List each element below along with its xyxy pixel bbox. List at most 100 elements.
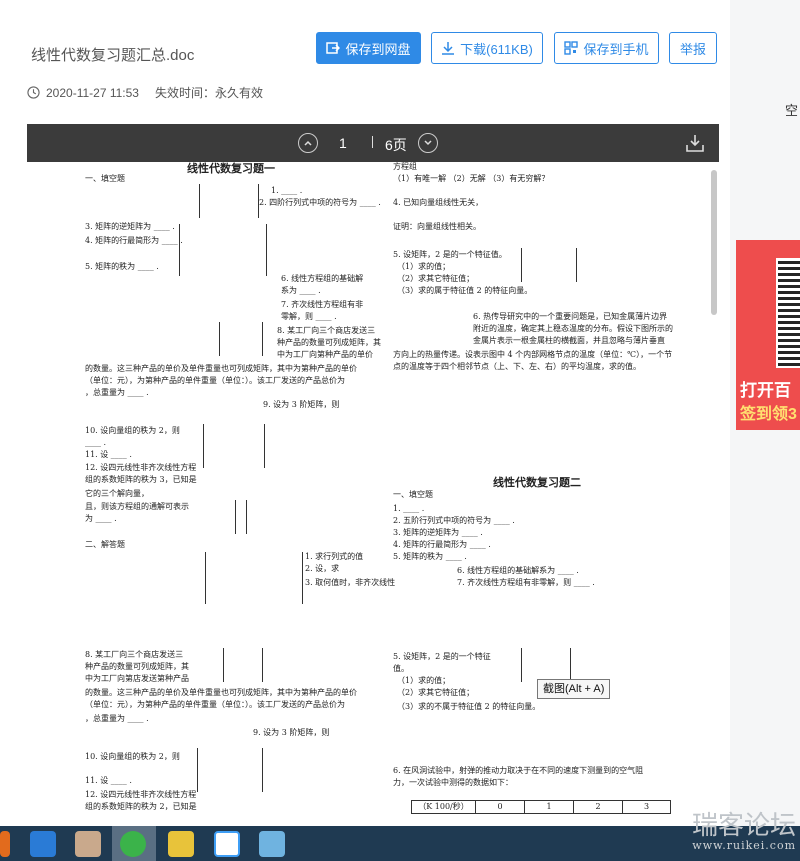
table-cell: 3 bbox=[643, 802, 650, 811]
doc-text: 3. 矩阵的逆矩阵为 ____ . bbox=[85, 222, 175, 231]
doc-text: 7. 齐次线性方程组有非 bbox=[281, 300, 364, 309]
doc-text: 零解，则 ____ . bbox=[281, 312, 337, 321]
doc-text: 12. 设四元线性非齐次线性方程 bbox=[85, 790, 197, 799]
save-to-cloud-label: 保存到网盘 bbox=[345, 41, 411, 57]
matrix bbox=[521, 648, 571, 682]
promo-text-1: 打开百 bbox=[740, 381, 791, 400]
upload-time: 2020-11-27 11:53 bbox=[46, 85, 139, 100]
doc-text: 5. 矩阵的秩为 ____ . bbox=[85, 262, 159, 271]
matrix bbox=[521, 248, 577, 282]
report-label: 举报 bbox=[679, 41, 706, 57]
table-cell: 2 bbox=[574, 801, 623, 813]
qr-code bbox=[776, 258, 800, 368]
doc-text: 12. 设四元线性非齐次线性方程 bbox=[85, 463, 197, 472]
doc-text: 中为工厂向第种产品的单价 bbox=[277, 350, 373, 359]
qr-pattern bbox=[778, 260, 800, 366]
qr-code-icon bbox=[564, 41, 579, 55]
viewer-download-icon[interactable] bbox=[685, 133, 705, 153]
doc-text: 且，则该方程组的通解可表示 bbox=[85, 502, 189, 511]
data-table: （K 100/秒） 0 1 2 3 bbox=[411, 800, 671, 814]
table-cell: （K 100/秒） bbox=[412, 801, 476, 813]
file-meta: 2020-11-27 11:53 失效时间：永久有效 bbox=[27, 84, 263, 101]
doc-text: 种产品的数量可列成矩阵，其 bbox=[277, 338, 381, 347]
star-app-icon[interactable] bbox=[168, 831, 194, 857]
matrix bbox=[203, 424, 265, 468]
download-button[interactable]: 下载(611KB) bbox=[431, 32, 543, 64]
doc-text: 力，一次试验中测得的数据如下： bbox=[393, 778, 513, 787]
download-icon bbox=[442, 42, 455, 55]
doc-text: 2. 四阶行列式中项的符号为 ____ . bbox=[259, 198, 381, 207]
doc-text: 系为 ____ . bbox=[281, 286, 321, 295]
doc-text: 4. 矩阵的行最简形为 ____ . bbox=[85, 236, 183, 245]
screen: 线性代数复习题汇总.doc 保存到网盘 下载(611KB) 保存到手机 举报 2… bbox=[0, 0, 800, 861]
doc-text: 为 ____ . bbox=[85, 514, 117, 523]
page-separator bbox=[372, 136, 373, 148]
matrix bbox=[205, 552, 303, 604]
doc-text: 6. 线性方程组的基础解 bbox=[281, 274, 364, 283]
file-name: 线性代数复习题汇总.doc bbox=[31, 47, 195, 64]
download-label: 下载(611KB) bbox=[460, 41, 533, 57]
promo-banner[interactable]: 打开百 签到领3 bbox=[736, 240, 800, 430]
doc-text: 5. 设矩阵，2 是的一个特征值。 bbox=[393, 250, 507, 259]
document-app-icon[interactable] bbox=[259, 831, 285, 857]
doc-text: 中为工厂向第店发送第种产品 bbox=[85, 674, 189, 683]
cloud-drive-icon[interactable] bbox=[214, 831, 240, 857]
doc-text: 组的系数矩阵的秩为 2，已知是 bbox=[85, 802, 197, 811]
doc-text: 的数量。这三种产品的单价及单件重量也可列成矩阵，其中为第种产品的单价 bbox=[85, 364, 357, 373]
doc-text: ，总重量为 ____ . bbox=[85, 714, 149, 723]
doc-text: 点的温度等于四个相邻节点（上、下、左、右）的平均温度，求的值。 bbox=[393, 362, 641, 371]
clock-icon bbox=[27, 86, 40, 99]
save-to-phone-button[interactable]: 保存到手机 bbox=[554, 32, 659, 64]
doc-text: 1. 求行列式的值 bbox=[305, 552, 364, 561]
doc-text: 2. 五阶行列式中项的符号为 ____ . bbox=[393, 516, 515, 525]
doc-text: （3）求的不属于特征值 2 的特征向量。 bbox=[397, 702, 541, 711]
doc-text: 6. 线性方程组的基础解系为 ____ . bbox=[457, 566, 579, 575]
doc-text: ____ . bbox=[85, 438, 107, 447]
matrix bbox=[179, 224, 267, 276]
doc-text: 一、填空题 bbox=[393, 490, 433, 499]
doc-text: 10. 设向量组的秩为 2，则 bbox=[85, 426, 180, 435]
doc-text: 9. 设为 3 阶矩阵，则 bbox=[253, 728, 330, 737]
doc-text: 二、解答题 bbox=[85, 540, 125, 549]
promo-text-2: 签到领3 bbox=[740, 406, 797, 423]
matrix bbox=[197, 748, 263, 792]
doc-text: 附近的温度，确定其上稳态温度的分布。假设下图所示的 bbox=[473, 324, 673, 333]
matrix bbox=[235, 500, 247, 534]
document-viewer-toolbar: 1 6页 bbox=[27, 124, 719, 162]
wrench-app-icon[interactable] bbox=[30, 831, 56, 857]
wechat-icon[interactable] bbox=[120, 831, 146, 857]
doc-text: 8. 某工厂向三个商店发送三 bbox=[277, 326, 376, 335]
save-cloud-icon bbox=[326, 42, 341, 54]
table-cell: 1 bbox=[525, 801, 574, 813]
doc-text: 10. 设向量组的秩为 2，则 bbox=[85, 752, 180, 761]
document-page: 线性代数复习题一 一、填空题 1. ____ . 2. 四阶行列式中项的符号为 … bbox=[27, 162, 719, 826]
current-page[interactable]: 1 bbox=[339, 135, 347, 151]
previous-page-button[interactable] bbox=[298, 133, 318, 153]
doc-title-1: 线性代数复习题一 bbox=[187, 163, 275, 175]
save-to-cloud-button[interactable]: 保存到网盘 bbox=[316, 32, 421, 64]
report-button[interactable]: 举报 bbox=[669, 32, 717, 64]
doc-text: 方向上的热量传递。设表示图中 4 个内部网格节点的温度（单位：℃），一个节 bbox=[393, 350, 673, 359]
doc-text: 2. 设，求 bbox=[305, 564, 340, 573]
doc-text: （1）有唯一解 （2）无解 （3）有无穷解？ bbox=[393, 174, 550, 183]
doc-text: 金属片表示一根金属柱的横截面，并且忽略与薄片垂直 bbox=[473, 336, 665, 345]
doc-text: （单位：元），为第种产品的单件重量（单位：）。该工厂发送的产品总价为 bbox=[85, 700, 345, 709]
side-label: 空 bbox=[785, 103, 799, 118]
doc-text: 3. 取何值时，非齐次线性 bbox=[305, 578, 396, 587]
doc-text: （2）求其它特征值； bbox=[397, 688, 475, 697]
doc-text: 4. 矩阵的行最简形为 ____ . bbox=[393, 540, 491, 549]
doc-text: 1. ____ . bbox=[393, 504, 425, 513]
doc-text: 3. 矩阵的逆矩阵为 ____ . bbox=[393, 528, 483, 537]
app-icon-orange[interactable] bbox=[0, 831, 10, 857]
doc-text: 4. 已知向量组线性无关， bbox=[393, 198, 484, 207]
document-scrollbar[interactable] bbox=[711, 170, 717, 315]
doc-text: （3）求的属于特征值 2 的特征向量。 bbox=[397, 286, 533, 295]
matrix bbox=[223, 648, 263, 682]
doc-text: 11. 设 ____ . bbox=[85, 776, 132, 785]
doc-text: 证明：向量组线性相关。 bbox=[393, 222, 481, 231]
next-page-button[interactable] bbox=[418, 133, 438, 153]
avatar-app-icon[interactable] bbox=[75, 831, 101, 857]
doc-text: 7. 齐次线性方程组有非零解，则 ____ . bbox=[457, 578, 595, 587]
doc-text: （单位：元），为第种产品的单件重量（单位：）。该工厂发送的产品总价为 bbox=[85, 376, 345, 385]
doc-text: 8. 某工厂向三个商店发送三 bbox=[85, 650, 184, 659]
